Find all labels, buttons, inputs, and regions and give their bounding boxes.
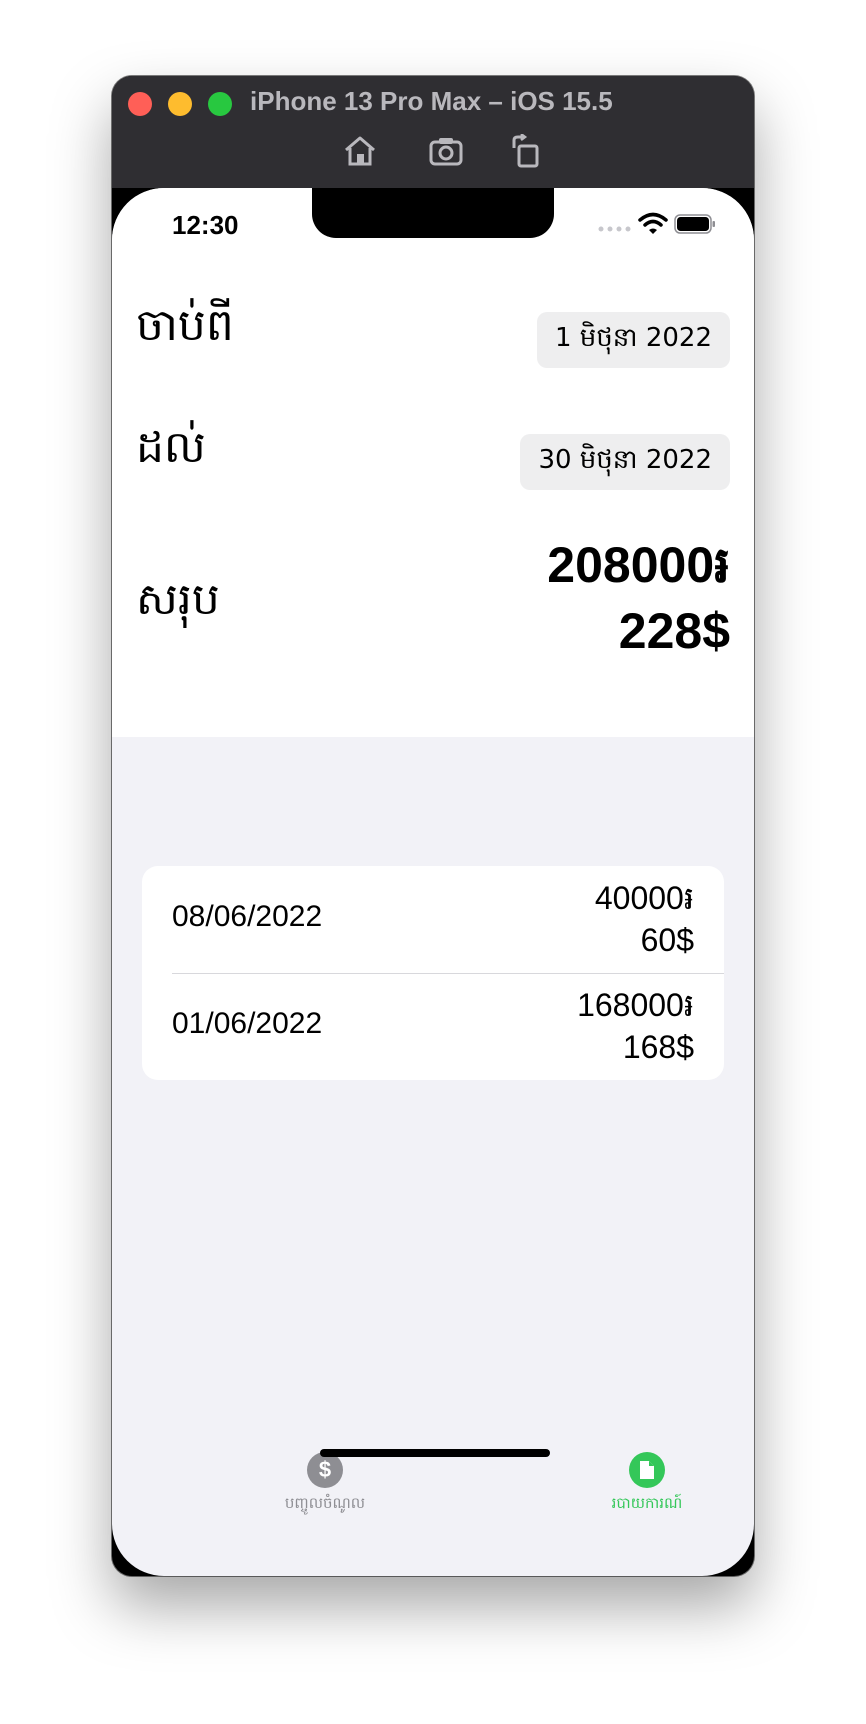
battery-icon: [674, 214, 715, 234]
device-notch: [312, 188, 554, 238]
zoom-button[interactable]: [208, 92, 232, 116]
total-usd-amount: 228$: [618, 603, 730, 659]
entry-usd: 168$: [622, 1029, 694, 1065]
entries-list: 08/06/2022 40000៛ 60$ 01/06/2022 168000៛…: [142, 866, 724, 1080]
dollar-icon: $: [307, 1452, 343, 1488]
tab-report[interactable]: របាយការណ៍: [587, 1452, 707, 1522]
rotate-icon[interactable]: [508, 134, 544, 168]
list-item[interactable]: 01/06/2022 168000៛ 168$: [142, 973, 724, 1080]
from-date-picker[interactable]: 1 មិថុនា 2022: [536, 312, 730, 368]
window-title: iPhone 13 Pro Max – iOS 15.5: [250, 86, 613, 116]
status-time: 12:30: [172, 210, 239, 240]
signal-icon: [598, 226, 631, 232]
from-label: ចាប់ពី: [136, 300, 234, 351]
device-screen: 12:30 ចាប់ពី 1 មិថុនា 2022 ដល់ 30 មិថុនា…: [112, 188, 754, 1576]
home-icon[interactable]: [342, 134, 378, 168]
entry-riel: 40000៛: [594, 880, 694, 916]
tab-income-entry-label: បញ្ចូលចំណូល: [284, 1494, 366, 1512]
minimize-button[interactable]: [168, 92, 192, 116]
total-riel-amount: 208000៛: [547, 537, 730, 593]
entry-date: 01/06/2022: [172, 1007, 323, 1040]
simulator-titlebar: iPhone 13 Pro Max – iOS 15.5: [112, 76, 754, 188]
entry-usd: 60$: [640, 922, 694, 958]
tab-report-label: របាយការណ៍: [611, 1494, 683, 1512]
document-icon: [629, 1452, 665, 1488]
home-indicator: [320, 1449, 550, 1457]
entry-date: 08/06/2022: [172, 900, 323, 933]
list-item[interactable]: 08/06/2022 40000៛ 60$: [142, 866, 724, 973]
to-date-picker[interactable]: 30 មិថុនា 2022: [520, 434, 730, 490]
tab-income-entry[interactable]: $ បញ្ចូលចំណូល: [265, 1452, 385, 1522]
simulator-window: iPhone 13 Pro Max – iOS 15.5 12:30 ចាប់ព…: [112, 76, 754, 1576]
total-label: សរុប: [136, 574, 220, 625]
entry-riel: 168000៛: [577, 987, 694, 1023]
close-button[interactable]: [128, 92, 152, 116]
wifi-icon: [638, 212, 668, 234]
screenshot-icon[interactable]: [428, 134, 464, 168]
to-label: ដល់: [136, 422, 206, 473]
